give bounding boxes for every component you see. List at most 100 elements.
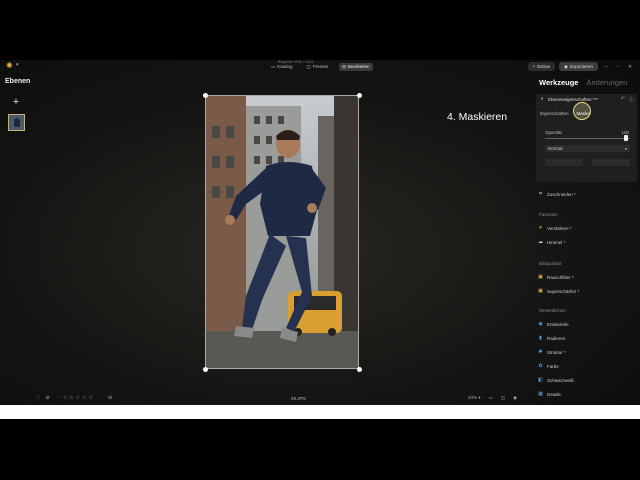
tool-label: Details [547, 392, 561, 397]
tool-radieren[interactable]: ▮ Radieren [538, 335, 566, 342]
bottom-bar: ♡ ⊘ ☆ ☆ ☆ ☆ ☆ ⊖ 49.JPG 34% ▾ ▭ ◫ ◉ [0, 393, 535, 405]
tab-eigenschaften[interactable]: Eigenschaften [540, 111, 569, 116]
tool-label: Superschärfen * [547, 289, 580, 294]
zoom-value: 34% [468, 395, 478, 400]
view-controls: 34% ▾ ▭ ◫ ◉ [468, 395, 517, 401]
tool-label: Rauschfilter * [547, 275, 574, 280]
blend-mode-value: Normal [548, 146, 563, 151]
maximize-icon[interactable]: ▫ [614, 64, 622, 70]
section-wesentliches: Wesentliches [539, 308, 566, 313]
video-bar [0, 405, 640, 419]
chevron-down-icon[interactable]: ▾ [16, 62, 19, 68]
opacity-slider-knob[interactable] [624, 135, 628, 141]
crop-handle-bottom-right[interactable] [356, 366, 362, 372]
layer-properties-header[interactable]: ◐ Ebeneneigenschaften *** [540, 96, 599, 103]
layer-properties-title: Ebeneneigenschaften *** [548, 97, 599, 102]
logo-icon[interactable]: ✺ [6, 62, 14, 70]
export-icon: ◉ [564, 64, 568, 69]
tools-panel: Werkzeuge Änderungen ◐ Ebeneneigenschaft… [535, 72, 640, 412]
heart-icon[interactable]: ♡ [36, 395, 40, 401]
info-icon[interactable]: ⓘ [629, 96, 634, 103]
extras-button[interactable]: + Extras [527, 62, 556, 71]
rating-controls: ♡ ⊘ ☆ ☆ ☆ ☆ ☆ ⊖ [36, 395, 112, 401]
compare-icon[interactable]: ▭ [489, 395, 493, 401]
tool-superschaerfen[interactable]: ▣ Superschärfen * [538, 288, 580, 295]
structure-icon: ✺ [538, 349, 543, 355]
mode-switcher: ▭ Katalog ◫ Presets ⊟ Bearbeiten [268, 62, 373, 71]
export-label: Exportieren [569, 64, 593, 69]
layer-icon: ◐ [540, 96, 545, 102]
minimize-icon[interactable]: – [602, 64, 610, 70]
layer-properties-panel: ◐ Ebeneneigenschaften *** ↶ ⓘ Eigenschaf… [536, 94, 637, 182]
tool-label: Verstärken * [547, 226, 572, 231]
sky-icon: ☁ [538, 239, 543, 245]
undo-icon[interactable]: ↶ [621, 96, 625, 103]
preview-eye-icon[interactable]: ◉ [513, 395, 517, 401]
tool-label: Zuschneiden * [547, 192, 576, 197]
tool-label: Struktur * [547, 350, 566, 355]
edit-button[interactable]: ⊟ Bearbeiten [339, 62, 373, 71]
close-icon[interactable]: ✕ [626, 64, 634, 70]
tools-tabs: Werkzeuge Änderungen [539, 78, 627, 87]
reject-icon[interactable]: ⊖ [108, 395, 112, 401]
add-layer-button[interactable]: + [10, 96, 22, 108]
split-view-icon[interactable]: ◫ [501, 395, 505, 401]
layer-thumbnail[interactable] [8, 114, 25, 131]
zoom-select[interactable]: 34% ▾ [468, 395, 481, 401]
star-icon[interactable]: ☆ [76, 395, 80, 401]
opacity-slider[interactable] [545, 138, 630, 139]
katalog-button[interactable]: ▭ Katalog [268, 63, 296, 71]
presets-button[interactable]: ◫ Presets [304, 63, 332, 71]
tool-label: Farbe [547, 364, 559, 369]
tab-werkzeuge[interactable]: Werkzeuge [539, 78, 578, 87]
tool-zuschneiden[interactable]: ⌗ Zuschneiden * [538, 191, 576, 198]
star-icon[interactable]: ☆ [63, 395, 67, 401]
star-icon[interactable]: ☆ [82, 395, 86, 401]
crop-handle-top-right[interactable] [356, 92, 362, 98]
layer-properties-actions: ↶ ⓘ [621, 96, 634, 103]
chevron-down-icon: ▾ [624, 146, 627, 151]
tab-aenderungen[interactable]: Änderungen [586, 78, 627, 87]
plus-icon: + [12, 96, 20, 108]
katalog-icon: ▭ [271, 63, 276, 69]
enhance-icon: ▮ [539, 335, 542, 341]
blend-mode-select[interactable]: Normal ▾ [545, 145, 630, 152]
crop-handle-top-left[interactable] [202, 92, 208, 98]
top-bar: ✺ ▾ Bildgröße 4096 × 6144 · ... ▭ Katalo… [0, 60, 640, 72]
tool-schwarzweiss[interactable]: ◧ Schwarzweiß [538, 377, 574, 384]
tool-label: Schwarzweiß [547, 378, 574, 383]
section-bildqualitaet: Bildqualität [539, 261, 562, 266]
photo-canvas[interactable] [205, 95, 359, 369]
opacity-label: Opazität [545, 130, 562, 135]
layers-title: Ebenen [5, 78, 31, 85]
mask-option-button-1[interactable] [545, 159, 583, 166]
favorite-icon: ☀ [538, 225, 543, 231]
flag-icon[interactable]: ⊘ [45, 395, 49, 401]
edit-label: Bearbeiten [347, 64, 370, 69]
filename-label: 49.JPG [291, 396, 307, 401]
edit-icon: ⊟ [342, 63, 346, 69]
tool-entwickeln[interactable]: ◉ Entwickeln [538, 322, 568, 328]
tool-himmel[interactable]: ☁ Himmel * [538, 239, 566, 246]
tool-label: Radieren [547, 336, 566, 341]
mask-option-button-2[interactable] [592, 159, 630, 166]
star-icon[interactable]: ☆ [89, 395, 93, 401]
export-button[interactable]: ◉ Exportieren [559, 62, 598, 71]
chevron-down-icon: ▾ [478, 395, 481, 400]
presets-label: Presets [312, 64, 329, 69]
app-window: ✺ ▾ Bildgröße 4096 × 6144 · ... ▭ Katalo… [0, 60, 640, 412]
section-favoriten: Favoriten [539, 212, 558, 217]
tool-details[interactable]: ▦ Details [538, 392, 561, 398]
bw-icon: ◧ [538, 377, 543, 383]
tool-rauschfilter[interactable]: ▣ Rauschfilter * [538, 274, 574, 281]
color-icon: ✿ [538, 363, 543, 369]
sharpen-icon: ▣ [538, 288, 543, 294]
tool-farbe[interactable]: ✿ Farbe [538, 363, 559, 370]
star-icon[interactable]: ☆ [69, 395, 73, 401]
tool-struktur[interactable]: ✺ Struktur * [538, 349, 566, 356]
tool-label: Himmel * [547, 240, 566, 245]
tool-verstaerken[interactable]: ☀ Verstärken * [538, 225, 572, 232]
crop-icon: ⌗ [539, 191, 542, 197]
noise-icon: ▣ [538, 274, 543, 280]
crop-handle-bottom-left[interactable] [202, 366, 208, 372]
